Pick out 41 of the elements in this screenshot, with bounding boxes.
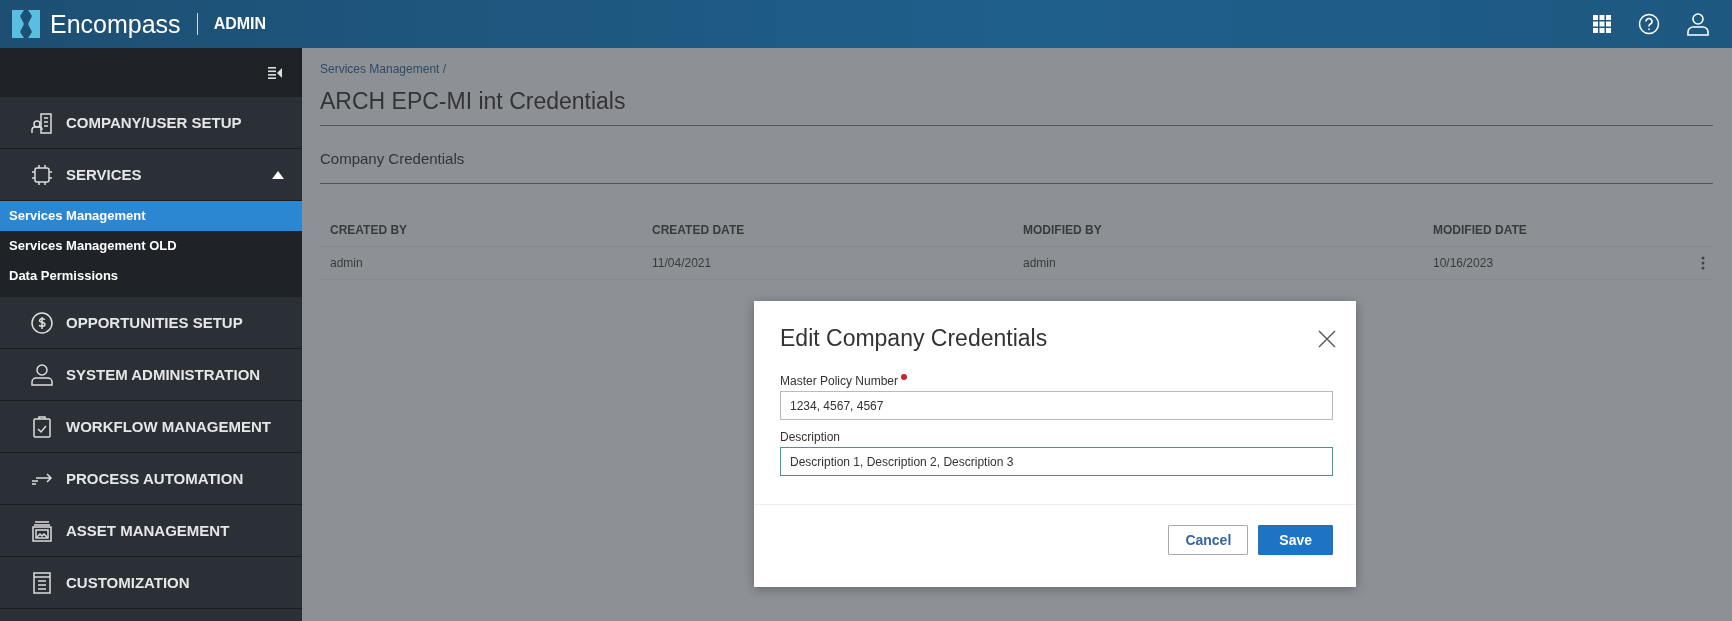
nav-subitem[interactable]: Services Management [0,201,302,231]
column-header: CREATED DATE [651,223,746,237]
column-header: MODIFIED DATE [1432,223,1528,237]
chip-icon [30,162,54,187]
nav-item[interactable]: COMPANY/USER SETUP [0,97,302,149]
user-icon[interactable] [1686,12,1710,36]
section-heading: Company Credentials [320,126,1713,184]
more-icon[interactable] [1701,256,1705,270]
cancel-button[interactable]: Cancel [1168,525,1249,555]
column-header: CREATED BY [329,223,409,237]
save-button[interactable]: Save [1258,525,1333,555]
list-icon [30,570,54,595]
nav-item[interactable]: ASSET MANAGEMENT [0,505,302,557]
nav-subitem[interactable]: Services Management OLD [0,231,302,261]
person-icon [30,362,54,387]
help-icon[interactable] [1638,13,1660,35]
dollar-icon [30,310,54,335]
table-cell-text: admin [1022,256,1057,270]
field-label: Description [780,430,841,444]
table-cell-text: admin [329,256,364,270]
column-header: MODIFIED BY [1022,223,1103,237]
field-label: Master Policy Number [780,374,899,388]
table-cell-text: 11/04/2021 [651,256,713,270]
collapse-sidebar-icon[interactable] [268,66,282,79]
input-field[interactable]: 1234, 4567, 4567 [780,391,1333,420]
section-label: ADMIN [213,15,267,33]
apps-grid-icon[interactable] [1592,14,1612,34]
clipboard-check-icon [30,414,54,439]
brand-name: Encompass [50,9,181,39]
nav-subitem[interactable]: Data Permissions [0,261,302,291]
nav-item[interactable]: WORKFLOW MANAGEMENT [0,401,302,453]
input-field[interactable]: Description 1, Description 2, Description 3 [780,447,1333,476]
nav-item[interactable]: CUSTOMIZATION [0,557,302,609]
dialog-title: Edit Company Credentials [780,325,1048,352]
logo-icon [12,10,40,38]
page-title: ARCH EPC-MI int Credentials [320,80,1713,126]
caret-icon[interactable] [272,170,284,179]
building-icon [30,110,54,135]
table-cell-text: 10/16/2023 [1432,256,1495,270]
close-icon[interactable] [1318,329,1336,348]
archive-icon [30,518,54,543]
